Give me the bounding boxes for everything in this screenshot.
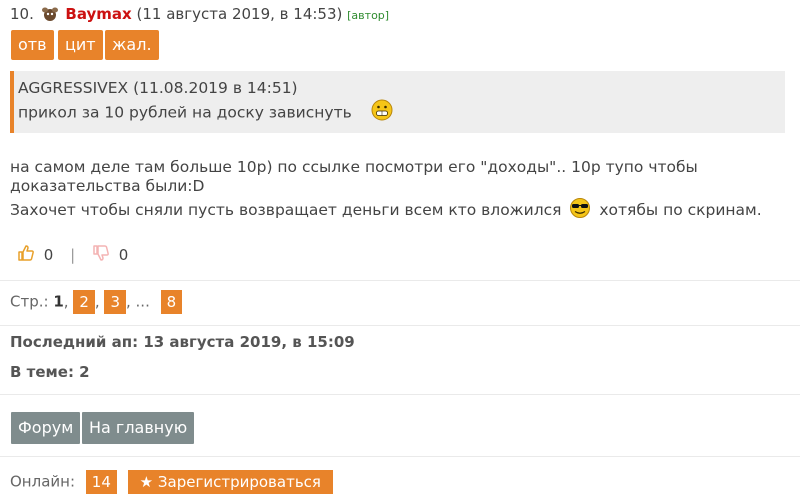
- page-link-2[interactable]: 2: [73, 290, 95, 314]
- last-update: Последний ап: 13 августа 2019, в 15:09: [10, 333, 355, 351]
- author-avatar-icon: [41, 6, 59, 22]
- pagination-label: Стр.:: [10, 292, 49, 311]
- quote-block: AGGRESSIVEX (11.08.2019 в 14:51) прикол …: [10, 71, 785, 133]
- register-button[interactable]: ★ Зарегистрироваться: [127, 470, 333, 494]
- grin-smiley-icon: [371, 99, 393, 127]
- post-date: (11 августа 2019, в 14:53): [136, 5, 343, 23]
- author-link[interactable]: Baymax: [65, 5, 131, 23]
- divider: [0, 325, 800, 326]
- quote-header: AGGRESSIVEX (11.08.2019 в 14:51): [18, 79, 298, 97]
- post-body-line-2b: хотябы по скринам.: [599, 201, 762, 219]
- votes-row: 0 | 0: [17, 244, 128, 266]
- page-link-last[interactable]: 8: [160, 290, 183, 314]
- divider: [0, 280, 800, 281]
- topic-count: В теме: 2: [10, 363, 90, 381]
- register-label: Зарегистрироваться: [157, 473, 321, 491]
- star-icon: ★: [139, 473, 154, 491]
- divider: [0, 456, 800, 457]
- quote-text: прикол за 10 рублей на доску зависнуть: [18, 103, 352, 122]
- post-body: на самом деле там больше 10р) по ссылке …: [10, 158, 785, 223]
- quote-button[interactable]: цит: [58, 30, 103, 60]
- report-button[interactable]: жал.: [105, 30, 159, 60]
- post-body-line-2a: Захочет чтобы сняли пусть возвращает ден…: [10, 201, 562, 219]
- thumbs-down-icon[interactable]: [92, 245, 115, 266]
- divider: [0, 394, 800, 395]
- forum-button[interactable]: Форум: [11, 412, 81, 444]
- cool-smiley-icon: [569, 198, 591, 223]
- footer-row: Онлайн: 14 ★ Зарегистрироваться: [10, 470, 333, 494]
- dislikes-count: 0: [118, 246, 129, 264]
- likes-count: 0: [43, 246, 54, 264]
- pagination: Стр.: 1, 2, 3, ... 8: [10, 290, 183, 314]
- post-header: 10. Baymax (11 августа 2019, в 14:53) [а…: [10, 5, 389, 23]
- online-count[interactable]: 14: [85, 470, 117, 494]
- author-tag: [автор]: [347, 9, 390, 22]
- online-label: Онлайн:: [10, 472, 76, 491]
- page-link-3[interactable]: 3: [104, 290, 126, 314]
- votes-separator: |: [70, 246, 76, 264]
- reply-button[interactable]: отв: [11, 30, 54, 60]
- quote-text-row: прикол за 10 рублей на доску зависнуть: [18, 99, 785, 122]
- thumbs-up-icon[interactable]: [17, 245, 40, 266]
- home-button[interactable]: На главную: [82, 412, 195, 444]
- post-body-line-1: на самом деле там больше 10р) по ссылке …: [10, 158, 698, 195]
- pagination-ellipsis: , ...: [126, 292, 150, 311]
- post-body-line-2: Захочет чтобы сняли пусть возвращает ден…: [10, 198, 785, 223]
- current-page: 1: [53, 292, 64, 311]
- post-number: 10.: [10, 5, 34, 23]
